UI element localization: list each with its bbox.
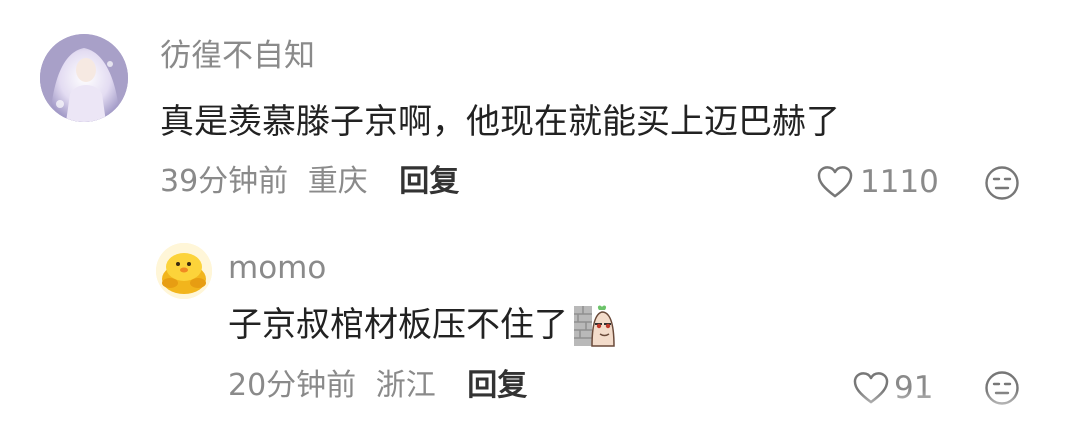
reply-text: 子京叔棺材板压不住了 (228, 305, 568, 345)
comment-location: 重庆 (307, 164, 368, 199)
fade-overlay (800, 390, 1073, 434)
reply-reply-button[interactable]: 回复 (467, 364, 527, 408)
reply-dislike-button[interactable] (984, 370, 1020, 406)
like-count: 1110 (860, 164, 939, 200)
peeking-sticker-icon (572, 302, 618, 348)
comment-thread: 彷徨不自知 真是羡慕滕子京啊，他现在就能买上迈巴赫了 39分钟前 重庆 回复 1… (0, 0, 1073, 434)
reply-time: 20分钟前 (228, 368, 357, 403)
heart-icon (853, 372, 889, 404)
reply-username[interactable]: momo (228, 246, 326, 290)
comment-time: 39分钟前 (160, 164, 289, 199)
comment-text: 真是羡慕滕子京啊，他现在就能买上迈巴赫了 (160, 102, 840, 142)
reply-like-button[interactable]: 91 (852, 366, 933, 410)
reply-like-count: 91 (894, 370, 934, 406)
heart-icon (817, 166, 853, 198)
reply-avatar[interactable] (156, 243, 212, 299)
avatar[interactable] (40, 34, 128, 122)
reply-button[interactable]: 回复 (399, 160, 459, 204)
reply-text-row: 子京叔棺材板压不住了 (228, 301, 618, 349)
like-button[interactable]: 1110 (816, 160, 939, 204)
neutral-face-icon (985, 166, 1019, 200)
dislike-button[interactable] (984, 165, 1020, 201)
neutral-face-icon (985, 371, 1019, 405)
comment-meta: 39分钟前 重庆 回复 (160, 160, 459, 204)
comment-username[interactable]: 彷徨不自知 (160, 34, 315, 78)
reply-meta: 20分钟前 浙江 回复 (228, 364, 527, 408)
reply-location: 浙江 (375, 368, 436, 403)
